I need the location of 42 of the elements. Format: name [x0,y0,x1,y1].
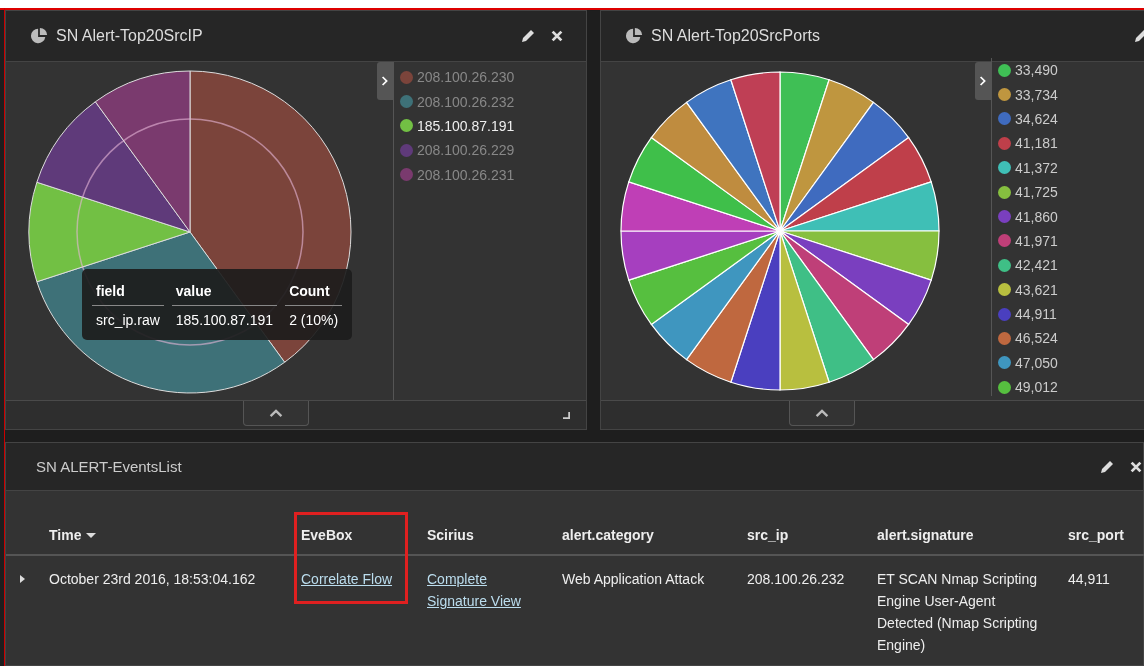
panel-title: SN Alert-Top20SrcIP [56,27,203,45]
table-cell: ET SCAN Nmap Scripting Engine User-Agent Detected (Nmap Scripting Engine) [877,571,1038,653]
legend-item[interactable]: 49,012 [998,375,1144,400]
legend-item[interactable]: 208.100.26.229 [400,138,580,163]
column-header[interactable]: alert.signature [870,516,1061,556]
legend-item[interactable]: 33,490 [998,58,1144,83]
table-link[interactable]: Correlate Flow [301,571,393,587]
legend-item[interactable]: 46,524 [998,326,1144,351]
tooltip-value: 185.100.87.191 [174,311,275,330]
legend-item[interactable]: 47,050 [998,350,1144,376]
tooltip-header: field [92,279,164,306]
legend-item[interactable]: 208.100.26.231 [400,162,580,187]
legend-item[interactable]: 43,621 [998,277,1144,302]
legend-item[interactable]: 34,624 [998,106,1144,132]
table-link[interactable]: Complete Signature View [427,568,537,612]
legend-item[interactable]: 41,181 [998,131,1144,156]
tooltip-value: 2 (10%) [288,311,340,330]
tooltip-header: Count [285,279,343,306]
legend-item[interactable]: 208.100.26.230 [400,65,580,90]
table-cell: Web Application Attack [562,571,705,587]
legend-item[interactable]: 44,911 [998,301,1144,327]
panel-title: SN ALERT-EventsList [36,458,182,475]
legend-item[interactable]: 41,860 [998,204,1144,229]
column-header[interactable]: EveBox [294,516,420,556]
tooltip-header: value [171,279,278,306]
tooltip-value: src_ip.raw [95,311,161,330]
legend-item[interactable]: 41,971 [998,228,1144,254]
legend-item[interactable]: 33,734 [998,82,1144,107]
panel-title: SN Alert-Top20SrcPorts [651,27,820,45]
column-header[interactable]: src_ip [740,516,870,556]
column-header[interactable]: alert.category [555,516,740,556]
legend-item[interactable]: 208.100.26.232 [400,89,580,114]
legend-item[interactable]: 185.100.87.191 [400,113,580,139]
column-header[interactable]: Time [42,516,294,556]
table-cell: 208.100.26.232 [747,571,845,587]
legend-item[interactable]: 41,725 [998,179,1144,205]
table-cell: October 23rd 2016, 18:53:04.162 [49,571,256,587]
table-cell: 44,911 [1068,571,1110,587]
legend-item[interactable]: 41,372 [998,155,1144,180]
column-header[interactable]: Scirius [420,516,555,556]
legend-item[interactable]: 42,421 [998,253,1144,278]
column-header[interactable]: src_port [1061,516,1144,556]
